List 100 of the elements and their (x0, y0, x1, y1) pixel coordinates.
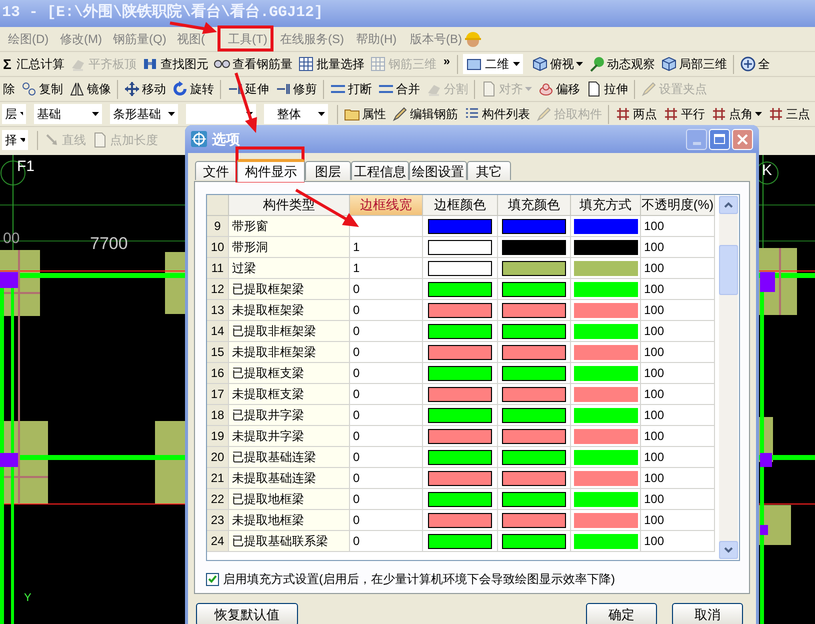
color-swatch[interactable] (428, 492, 492, 506)
tab[interactable]: 构件显示 (237, 159, 305, 182)
combo-box[interactable]: 择 (2, 130, 28, 150)
color-swatch[interactable] (574, 324, 638, 338)
toolbar-button[interactable]: 合并 (375, 78, 423, 100)
color-swatch[interactable] (428, 428, 492, 444)
color-swatch[interactable] (502, 282, 566, 296)
color-swatch[interactable] (428, 240, 492, 254)
column-header[interactable]: 不透明度(%) (641, 195, 715, 216)
column-header[interactable]: 边框颜色 (423, 195, 498, 216)
toolbar-button[interactable]: Σ 汇总计算 (0, 53, 68, 75)
toolbar-button[interactable]: 构件列表 (461, 103, 533, 125)
dialog-button[interactable]: 恢复默认值 (196, 603, 298, 624)
color-swatch[interactable] (574, 534, 638, 548)
color-swatch[interactable] (574, 428, 638, 444)
toolbar-button[interactable]: 编辑钢筋 (389, 103, 461, 125)
color-swatch[interactable] (428, 534, 492, 548)
color-swatch[interactable] (502, 408, 566, 422)
color-swatch[interactable] (502, 302, 566, 318)
tab[interactable]: 文件 (195, 161, 237, 180)
toolbar-button[interactable]: 镜像 (66, 78, 114, 100)
fill-mode-checkbox[interactable]: 启用填充方式设置(启用后，在少量计算机环境下会导致绘图显示效率下降) (206, 571, 749, 587)
toolbar-button[interactable]: 复制 (18, 78, 66, 100)
column-header[interactable]: 边框线宽 (350, 195, 423, 216)
color-swatch[interactable] (428, 218, 492, 234)
color-swatch[interactable] (574, 492, 638, 506)
toolbar-button[interactable]: 三点 (765, 103, 813, 125)
combo-box[interactable]: 层 (2, 104, 26, 124)
tab[interactable]: 图层 (305, 161, 351, 180)
close-button[interactable] (732, 128, 753, 150)
combo-box[interactable]: 二维 (463, 54, 524, 74)
color-swatch[interactable] (574, 450, 638, 464)
toolbar-button[interactable]: 旋转 (169, 78, 217, 100)
toolbar-button[interactable]: 查找图元 (139, 53, 212, 75)
color-swatch[interactable] (502, 260, 566, 276)
color-swatch[interactable] (428, 282, 492, 296)
color-swatch[interactable] (502, 386, 566, 402)
toolbar-button[interactable]: 平行 (660, 103, 708, 125)
color-swatch[interactable] (502, 344, 566, 360)
combo-box[interactable] (186, 104, 256, 124)
color-swatch[interactable] (428, 366, 492, 380)
toolbar-button[interactable]: 延伸 (224, 78, 272, 100)
color-swatch[interactable] (502, 492, 566, 506)
color-swatch[interactable] (502, 218, 566, 234)
color-swatch[interactable] (502, 324, 566, 338)
toolbar-button[interactable]: 点角 (708, 103, 765, 125)
color-swatch[interactable] (502, 512, 566, 528)
color-swatch[interactable] (574, 366, 638, 380)
color-swatch[interactable] (574, 302, 638, 318)
toolbar-button[interactable]: 批量选择 (295, 53, 368, 75)
toolbar-button[interactable]: 属性 (341, 103, 389, 125)
toolbar-button[interactable]: 俯视 (529, 53, 586, 75)
tab[interactable]: 其它 (467, 161, 511, 180)
color-swatch[interactable] (574, 240, 638, 254)
toolbar-button[interactable]: 除 (0, 78, 18, 100)
dialog-button[interactable]: 取消 (672, 603, 743, 624)
toolbar-button[interactable]: 移动 (121, 78, 169, 100)
scrollbar[interactable] (719, 196, 738, 559)
color-swatch[interactable] (574, 260, 638, 276)
scroll-thumb[interactable] (719, 245, 738, 295)
color-swatch[interactable] (574, 470, 638, 486)
column-header[interactable]: 填充方式 (571, 195, 641, 216)
color-swatch[interactable] (502, 450, 566, 464)
combo-box[interactable]: 基础 (34, 104, 102, 124)
scroll-up-button[interactable] (719, 196, 738, 214)
color-swatch[interactable] (428, 512, 492, 528)
combo-box[interactable]: 整体 (264, 104, 328, 124)
overflow-button[interactable]: » (439, 52, 454, 70)
tab[interactable]: 绘图设置 (409, 161, 467, 180)
color-swatch[interactable] (502, 534, 566, 548)
toolbar-button[interactable]: 动态观察 (586, 53, 658, 75)
column-header[interactable]: 填充颜色 (498, 195, 571, 216)
color-swatch[interactable] (502, 470, 566, 486)
color-swatch[interactable] (428, 386, 492, 402)
toolbar-button[interactable]: 拉伸 (583, 78, 631, 100)
color-swatch[interactable] (428, 302, 492, 318)
dialog-button[interactable]: 确定 (586, 603, 657, 624)
color-swatch[interactable] (428, 324, 492, 338)
color-swatch[interactable] (428, 470, 492, 486)
toolbar-button[interactable]: 打断 (327, 78, 375, 100)
color-swatch[interactable] (502, 366, 566, 380)
toolbar-button[interactable]: 两点 (612, 103, 660, 125)
scroll-down-button[interactable] (719, 541, 738, 559)
color-swatch[interactable] (574, 282, 638, 296)
combo-box[interactable]: 条形基础 (110, 104, 178, 124)
color-swatch[interactable] (428, 408, 492, 422)
color-swatch[interactable] (574, 386, 638, 402)
toolbar-button[interactable]: 偏移 (535, 78, 583, 100)
color-swatch[interactable] (428, 260, 492, 276)
toolbar-button[interactable]: 局部三维 (658, 53, 730, 75)
color-swatch[interactable] (502, 240, 566, 254)
tab[interactable]: 工程信息 (351, 161, 409, 180)
color-swatch[interactable] (574, 408, 638, 422)
color-swatch[interactable] (428, 450, 492, 464)
toolbar-button[interactable]: 全 (737, 53, 774, 75)
maximize-button[interactable] (709, 128, 730, 150)
color-swatch[interactable] (428, 344, 492, 360)
color-swatch[interactable] (574, 218, 638, 234)
toolbar-button[interactable]: 修剪 (272, 78, 320, 100)
color-swatch[interactable] (574, 512, 638, 528)
